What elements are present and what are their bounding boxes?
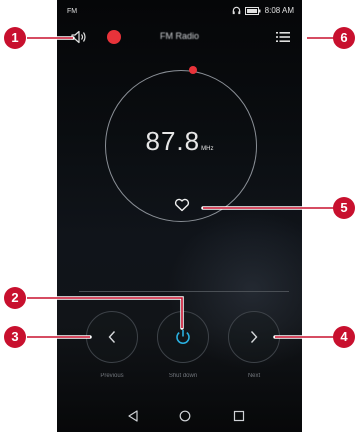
callout-4: 4 (333, 326, 355, 348)
callout-3: 3 (4, 326, 26, 348)
callout-5: 5 (333, 197, 355, 219)
callout-6: 6 (333, 27, 355, 49)
callout-1: 1 (4, 27, 26, 49)
callout-lines (25, 36, 338, 339)
callout-2: 2 (4, 287, 26, 309)
